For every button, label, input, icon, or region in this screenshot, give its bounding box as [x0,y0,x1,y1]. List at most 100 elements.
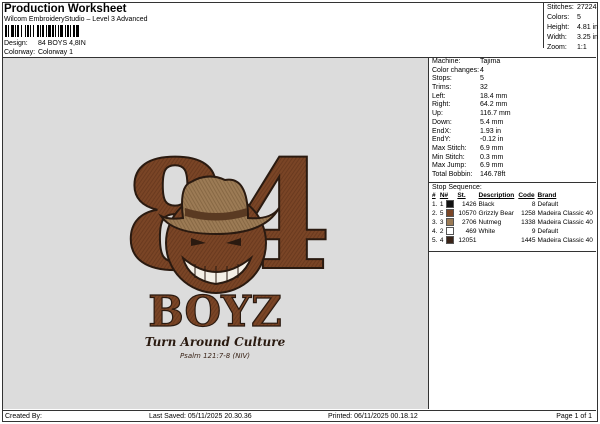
detail-label: Right: [432,101,451,109]
detail-value: 4 [480,66,484,74]
divider [429,251,596,252]
detail-row: Stops: 5 [429,75,596,84]
detail-label: Trims: [432,84,452,92]
detail-row: Min Stitch: 0.3 mm [429,154,596,163]
detail-value: 116.7 mm [480,110,511,118]
cell-brand: Madeira Classic 40 [537,218,593,226]
software-name: Wilcom EmbroideryStudio – Level 3 Advanc… [4,16,148,23]
needle-number: 3 [439,218,444,226]
column-header: # [432,192,436,200]
table-row: 2. 5 10570 Grizzly Bear 1258 Madeira Classic … [431,208,597,218]
detail-row: Max Jump: 6.9 mm [429,162,596,171]
cell-num: 2. [432,209,438,217]
design-boyz-text: BOYZ [148,287,282,336]
colorway-value: Colorway 1 [37,49,73,56]
page-number: Page 1 of 1 [556,413,592,420]
cell-code: 1258 [521,209,536,217]
detail-value: 146.78ft [480,170,506,178]
detail-row: Max Stitch: 6.9 mm [429,145,596,154]
needle-number: 5 [439,209,444,217]
color-swatch [446,226,455,235]
detail-row: Up: 116.7 mm [429,110,596,119]
column-header: Brand [537,192,557,200]
column-header: Description [478,192,515,200]
cell-st: 2706 [462,218,477,226]
detail-value: 32 [480,84,488,92]
stat-row: Stitches: 27224 [547,4,597,11]
cell-num: 4. [432,227,438,235]
detail-row: EndY: -0.12 in [429,136,596,145]
detail-value: 18.4 mm [480,92,508,100]
printed-date: Printed: 06/11/2025 00.18.12 [328,413,418,420]
column-header: Code [518,192,535,200]
color-swatch [446,235,455,244]
cell-num: 3. [432,218,438,226]
cell-brand: Madeira Classic 40 [537,209,593,217]
detail-label: Machine: [432,58,461,65]
cell-st: 469 [465,227,477,235]
worksheet-title: Production Worksheet [4,3,127,15]
detail-value: 5 [480,75,484,83]
detail-label: Left: [432,92,446,100]
cell-desc: Grizzly Bear [478,209,514,217]
colorway-line: Colorway: Colorway 1 [4,49,73,56]
table-row: 1. 1 1426 Black 8 Default [431,199,597,209]
cell-desc: Nutmeg [478,218,502,226]
detail-value: 0.3 mm [480,153,504,161]
detail-row: EndX: 1.93 in [429,128,596,137]
stop-sequence-table: # N# St. Description Code Brand 1. 1 1426 Black 8… [431,192,597,245]
design-value: 84 BOYS 4,8IN [37,40,86,47]
detail-value: 5.4 mm [480,118,504,126]
cell-brand: Default [537,200,559,208]
detail-row: Down: 5.4 mm [429,119,596,128]
footer: Created By: Last Saved: 05/11/2025 20.30… [3,410,596,422]
stat-row: Zoom: 1:1 [547,44,587,51]
cell-code: 1338 [521,218,536,226]
detail-value: 6.9 mm [480,144,504,152]
stats-panel: Stitches: 27224 Colors: 5 Height: 4.81 in W… [543,3,599,51]
detail-label: Max Jump: [432,162,467,170]
embroidery-artwork: 84 BOYZ Turn Around Culture Psalm 121:7-… [122,127,333,360]
stat-row: Colors: 5 [547,14,581,21]
needle-cell: 1 [439,199,457,209]
cell-code: 8 [531,200,536,208]
table-row: 4. 2 469 White 9 Default [431,226,597,236]
last-saved: Last Saved: 05/11/2025 20.30.36 [149,413,252,420]
cell-num: 5. [432,236,438,244]
stat-row: Height: 4.81 in [547,24,599,31]
column-header: N# [439,192,449,200]
detail-label: Stops: [432,75,452,83]
column-header: St. [457,192,466,200]
design-line: Design: 84 BOYS 4,8IN [4,40,86,47]
cell-st: 12051 [458,236,477,244]
needle-number: 2 [439,227,444,235]
stop-sequence-title: Stop Sequence: [429,181,596,192]
detail-label: Min Stitch: [432,153,465,161]
needle-cell: 4 [439,235,457,245]
design-verse-text: Psalm 121:7-8 (NIV) [180,352,250,360]
cell-code: 1445 [521,236,536,244]
needle-cell: 5 [439,208,457,218]
detail-label: Total Bobbin: [432,170,473,178]
cell-st: 10570 [458,209,477,217]
needle-number: 4 [439,236,444,244]
detail-label: Max Stitch: [432,144,467,152]
design-preview: 84 BOYZ Turn Around Culture Psalm 121:7-… [3,58,429,409]
detail-row: Total Bobbin: 146.78ft [429,171,596,180]
color-swatch [446,208,455,217]
color-swatch [446,199,455,208]
colorway-label: Colorway: [4,49,36,56]
detail-label: Up: [432,110,443,118]
detail-row: Machine: Tajima [429,58,596,67]
cell-brand: Madeira Classic 40 [537,236,593,244]
barcode [5,25,109,37]
barcode-bar [79,25,80,37]
detail-row: Right: 64.2 mm [429,101,596,110]
detail-row: Trims: 32 [429,84,596,93]
cell-st: 1426 [462,200,477,208]
needle-cell: 3 [439,217,457,227]
color-swatch [446,217,455,226]
needle-number: 1 [439,200,444,208]
detail-value: 6.9 mm [480,162,504,170]
stat-row: Width: 3.25 in [547,34,599,41]
